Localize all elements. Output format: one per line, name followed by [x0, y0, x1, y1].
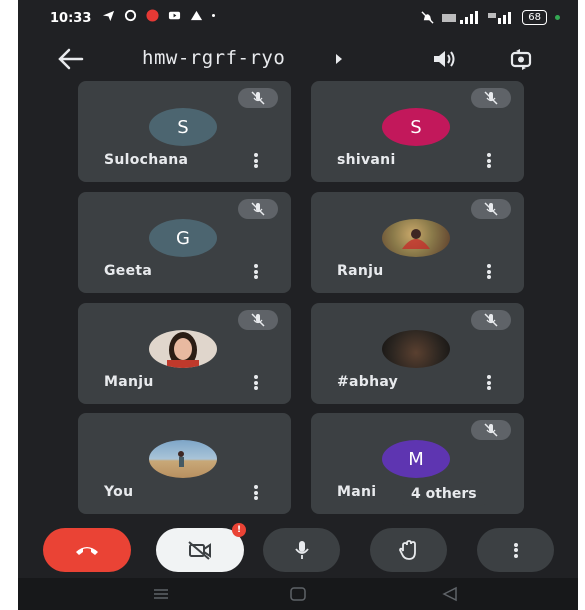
dot-icon [212, 14, 215, 17]
avatar: S [382, 108, 450, 146]
meeting-details-arrow-icon[interactable] [336, 54, 342, 64]
camera-in-use-dot [555, 15, 560, 20]
participant-name: shivani [337, 152, 396, 168]
drive-icon [190, 10, 203, 21]
muted-indicator [471, 88, 511, 108]
participant-name: #abhay [337, 374, 399, 390]
back-arrow-icon[interactable] [56, 46, 84, 72]
participant-tile-mani[interactable]: M Mani 4 others [311, 413, 524, 514]
muted-indicator [238, 199, 278, 219]
more-options-button[interactable] [477, 528, 554, 572]
avatar-photo [382, 219, 450, 257]
participant-tile-sulochana[interactable]: S Sulochana [78, 81, 291, 182]
system-status: 68 [421, 10, 560, 25]
avatar-initial: M [408, 448, 424, 470]
jio-icon [146, 9, 159, 22]
avatar-initial: G [176, 227, 190, 249]
photo-icon [167, 332, 199, 368]
avatar-initial: S [177, 116, 189, 138]
avatar: G [149, 219, 217, 257]
participant-tile-geeta[interactable]: G Geeta [78, 192, 291, 293]
participant-tile-manju[interactable]: Manju [78, 303, 291, 404]
meeting-code[interactable]: hmw-rgrf-ryo [142, 47, 285, 69]
participant-name: Manju [104, 374, 154, 390]
more-options-icon[interactable] [254, 485, 258, 500]
send-icon [102, 10, 115, 22]
back-nav-icon[interactable] [442, 586, 457, 602]
photo-icon [402, 229, 430, 249]
mic-off-icon [484, 313, 498, 327]
call-controls: ! [18, 522, 578, 578]
muted-indicator [238, 310, 278, 330]
mic-off-icon [251, 313, 265, 327]
home-icon[interactable] [290, 587, 306, 601]
more-vert-icon [513, 542, 518, 558]
raise-hand-icon [398, 540, 416, 560]
participant-name: Sulochana [104, 152, 189, 168]
signal-icon [442, 11, 479, 24]
microphone-icon [294, 541, 309, 559]
avatar: M [382, 440, 450, 478]
more-options-icon[interactable] [254, 264, 258, 279]
avatar: S [149, 108, 217, 146]
participant-name: Geeta [104, 263, 153, 279]
participant-name: Ranju [337, 263, 384, 279]
mic-off-icon [484, 202, 498, 216]
others-chip[interactable]: 4 others [397, 482, 491, 506]
alarm-icon [124, 9, 137, 22]
muted-indicator [471, 310, 511, 330]
participant-tile-abhay[interactable]: #abhay [311, 303, 524, 404]
participant-tile-you[interactable]: You [78, 413, 291, 514]
battery-indicator: 68 [522, 10, 547, 25]
participant-tile-shivani[interactable]: S shivani [311, 81, 524, 182]
microphone-button[interactable] [263, 528, 340, 572]
avatar-photo [382, 330, 450, 368]
hang-up-icon [76, 547, 98, 555]
more-options-icon[interactable] [254, 375, 258, 390]
muted-indicator [238, 88, 278, 108]
avatar-photo [149, 440, 217, 478]
recents-icon[interactable] [154, 589, 168, 599]
more-options-icon[interactable] [487, 375, 491, 390]
muted-indicator [471, 420, 511, 440]
avatar-photo [149, 330, 217, 368]
end-call-button[interactable] [43, 528, 131, 572]
mic-off-icon [484, 423, 498, 437]
more-options-icon[interactable] [487, 264, 491, 279]
camera-alert-badge: ! [232, 523, 246, 537]
more-options-icon[interactable] [487, 153, 491, 168]
muted-indicator [471, 199, 511, 219]
status-time: 10:33 [50, 11, 92, 26]
meeting-top-bar: hmw-rgrf-ryo [18, 38, 578, 80]
notification-icons [102, 9, 215, 22]
phone-screen: 10:33 68 hmw-rgrf-ryo S Sulochana S shiv… [18, 0, 578, 610]
camera-off-icon [188, 541, 211, 560]
more-options-icon[interactable] [254, 153, 258, 168]
youtube-icon [168, 11, 181, 20]
mic-off-icon [251, 91, 265, 105]
mic-off-icon [484, 91, 498, 105]
participant-name: You [104, 484, 134, 500]
nav-buttons [154, 586, 457, 602]
camera-toggle-button[interactable]: ! [156, 523, 246, 572]
participant-name: Mani [337, 484, 377, 500]
flip-camera-icon[interactable] [507, 45, 535, 73]
speaker-icon[interactable] [431, 47, 457, 71]
signal-icon-2 [488, 12, 512, 24]
avatar-initial: S [410, 116, 422, 138]
photo-icon [178, 451, 184, 467]
android-nav-bar [18, 578, 578, 610]
mic-off-icon [251, 202, 265, 216]
status-bar: 10:33 68 [18, 0, 578, 38]
participant-tile-ranju[interactable]: Ranju [311, 192, 524, 293]
mute-bell-icon [421, 11, 434, 24]
raise-hand-button[interactable] [370, 528, 447, 572]
